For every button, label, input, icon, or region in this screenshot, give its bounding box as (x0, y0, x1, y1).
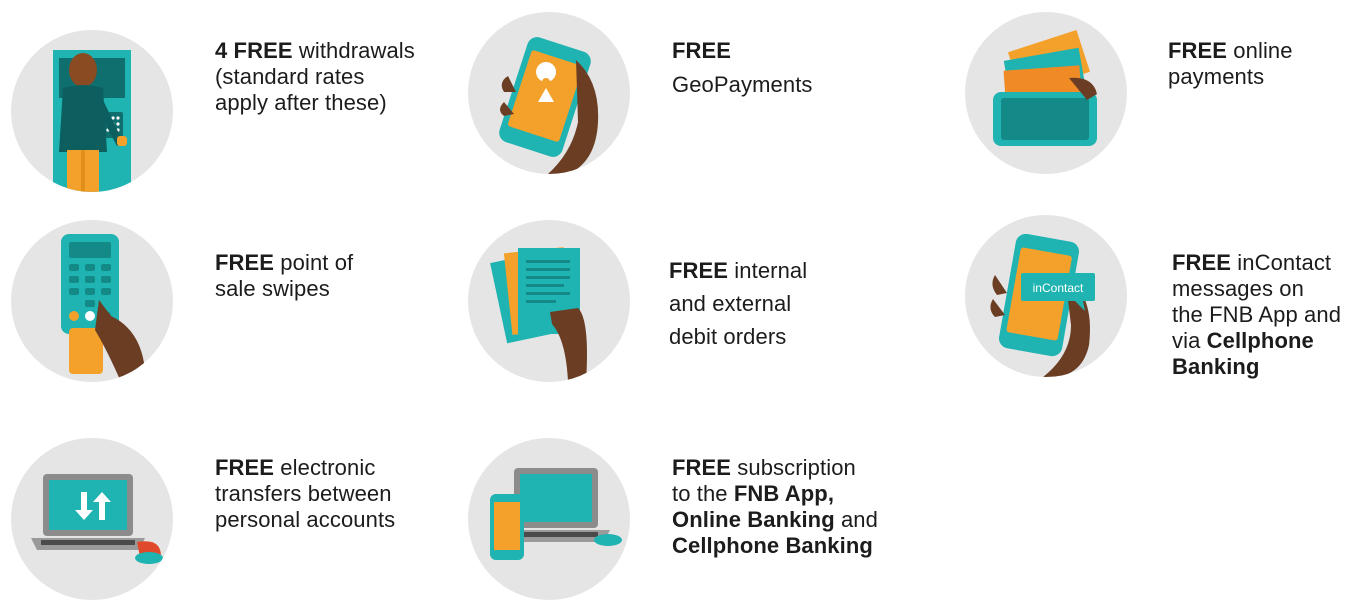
text-line: FREE subscription (672, 455, 932, 481)
laptop-phone-icon (468, 438, 630, 600)
debit-orders-document-icon (468, 220, 630, 382)
plain-text: via (1172, 328, 1207, 353)
text-line: FREE point of (215, 250, 475, 276)
benefit-text: FREE electronic transfers between person… (215, 455, 475, 533)
plain-text: withdrawals (292, 38, 415, 63)
bold-text: FREE (669, 258, 729, 283)
text-line: FREE inContact (1172, 250, 1368, 276)
text-line: payments (1168, 64, 1368, 90)
benefit-text: FREE GeoPayments (672, 38, 932, 98)
plain-text: electronic (274, 455, 376, 480)
text-line: to the FNB App, (672, 481, 932, 507)
plain-text: messages on (1172, 276, 1304, 301)
geopayments-phone-icon (468, 12, 630, 174)
text-line: FREE internal (669, 254, 929, 287)
bold-text: FREE (672, 38, 732, 63)
plain-text: GeoPayments (672, 72, 813, 97)
bold-text: FNB App, (733, 481, 835, 506)
online-payments-icon (965, 12, 1127, 174)
bold-text: FREE (215, 455, 275, 480)
text-line: and external (669, 287, 929, 320)
text-line: messages on (1172, 276, 1368, 302)
text-line: FREE electronic (215, 455, 475, 481)
bold-text: FREE (215, 250, 275, 275)
bold-text: Cellphone (1206, 328, 1314, 353)
bold-text: Online Banking (672, 507, 835, 532)
benefit-text: FREE subscription to the FNB App, Online… (672, 455, 932, 559)
text-line: personal accounts (215, 507, 475, 533)
benefit-text: FREE point of sale swipes (215, 250, 475, 302)
bold-text: 4 FREE (215, 38, 293, 63)
plain-text: online (1227, 38, 1293, 63)
incontact-phone-icon: inContact (965, 215, 1127, 377)
text-line: debit orders (669, 320, 929, 353)
plain-text: personal accounts (215, 507, 396, 532)
text-line: via Cellphone (1172, 328, 1368, 354)
laptop-transfer-icon (11, 438, 173, 600)
bold-text: FREE (1172, 250, 1232, 275)
plain-text: inContact (1231, 250, 1332, 275)
plain-text: (standard rates (215, 64, 365, 89)
plain-text: internal (728, 258, 808, 283)
text-line: 4 FREE withdrawals (215, 38, 475, 64)
text-line: GeoPayments (672, 72, 932, 98)
text-line: sale swipes (215, 276, 475, 302)
text-line: FREE (672, 38, 932, 64)
plain-text: and (834, 507, 878, 532)
text-line: Cellphone Banking (672, 533, 932, 559)
text-line: Banking (1172, 354, 1368, 380)
bold-text: FREE (1168, 38, 1228, 63)
benefit-text: FREE online payments (1168, 38, 1368, 90)
text-line: Online Banking and (672, 507, 932, 533)
card-terminal-icon (11, 220, 173, 382)
plain-text: apply after these) (215, 90, 387, 115)
text-line: the FNB App and (1172, 302, 1368, 328)
plain-text: debit orders (669, 324, 787, 349)
plain-text: transfers between (215, 481, 392, 506)
plain-text: point of (274, 250, 354, 275)
plain-text: sale swipes (215, 276, 330, 301)
plain-text: subscription (731, 455, 856, 480)
text-line: FREE online (1168, 38, 1368, 64)
text-line: (standard rates (215, 64, 475, 90)
benefit-text: 4 FREE withdrawals (standard rates apply… (215, 38, 475, 116)
bold-text: Cellphone Banking (672, 533, 873, 558)
atm-withdrawal-icon (11, 30, 173, 192)
bold-text: Banking (1172, 354, 1260, 379)
benefit-text: FREE internal and external debit orders (669, 254, 929, 353)
benefit-text: FREE inContact messages on the FNB App a… (1172, 250, 1368, 380)
incontact-label: inContact (1033, 281, 1084, 295)
bold-text: FREE (672, 455, 732, 480)
plain-text: the FNB App and (1172, 302, 1342, 327)
plain-text: payments (1168, 64, 1265, 89)
text-line: transfers between (215, 481, 475, 507)
plain-text: to the (672, 481, 734, 506)
text-line: apply after these) (215, 90, 475, 116)
plain-text: and external (669, 291, 792, 316)
